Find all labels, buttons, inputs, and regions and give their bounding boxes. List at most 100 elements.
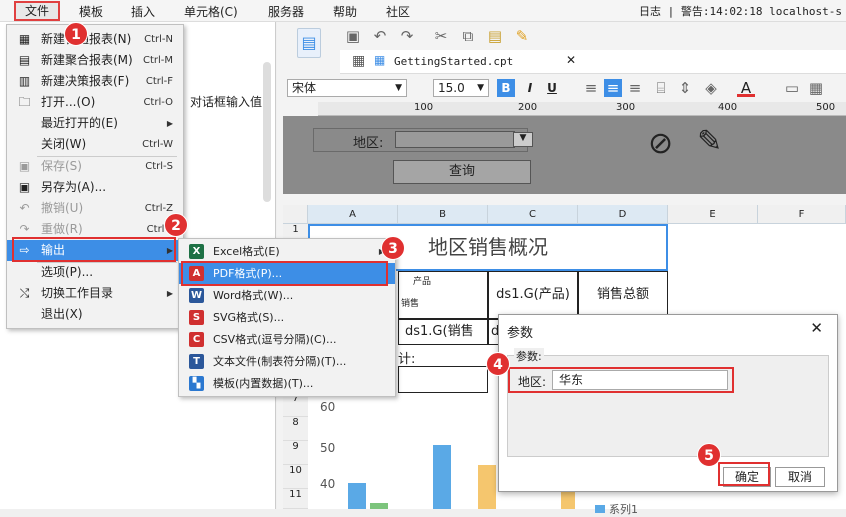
wrap-icon[interactable]: ⌸: [652, 79, 670, 97]
column-header[interactable]: D: [578, 205, 668, 224]
row-header[interactable]: 9: [283, 441, 308, 465]
step-badge: 3: [381, 236, 405, 260]
file-menu-item[interactable]: ▣ 保存(S) Ctrl-S: [7, 156, 183, 177]
file-menu-item[interactable]: 关闭(W) Ctrl-W: [7, 134, 183, 155]
menu-item-label: 保存(S): [41, 159, 82, 173]
font-color-icon[interactable]: A: [737, 79, 755, 97]
file-menu-item[interactable]: ⤭ 切换工作目录 ▶: [7, 283, 183, 304]
export-menu-item[interactable]: XExcel格式(E)▶: [179, 241, 395, 262]
menu-help[interactable]: 帮助: [333, 3, 357, 20]
vertical-align-icon[interactable]: ⇕: [676, 79, 694, 97]
query-button[interactable]: 查询: [393, 160, 531, 184]
underline-button[interactable]: U: [543, 79, 561, 97]
tab-close-icon[interactable]: ✕: [566, 53, 576, 67]
menu-item-label: Word格式(W)...: [213, 289, 294, 302]
menu-server[interactable]: 服务器: [268, 3, 304, 20]
tab-filename[interactable]: GettingStarted.cpt: [394, 55, 513, 68]
font-size-select[interactable]: 15.0 ▼: [433, 79, 489, 97]
header-slash-cell[interactable]: 产品 销售: [398, 271, 488, 319]
slash-sales-label: 销售: [401, 299, 420, 309]
param-dropdown-button[interactable]: ▼: [513, 132, 533, 147]
export-format-icon: W: [189, 288, 204, 303]
export-menu-item[interactable]: S SVG格式(S)...: [179, 307, 395, 328]
fill-color-icon[interactable]: ◈: [702, 79, 720, 97]
row-header[interactable]: 11: [283, 489, 308, 509]
align-right-icon[interactable]: ≡: [626, 79, 644, 97]
format-brush-icon[interactable]: ✎: [513, 27, 531, 45]
column-header[interactable]: B: [398, 205, 488, 224]
paste-icon[interactable]: ▤: [486, 27, 504, 45]
file-menu-item[interactable]: ↶ 撤销(U) Ctrl-Z: [7, 198, 183, 219]
export-menu-item[interactable]: T 文本文件(制表符分隔)(T)...: [179, 351, 395, 372]
menu-community[interactable]: 社区: [386, 3, 410, 20]
file-menu-item[interactable]: 🗀 打开...(O) Ctrl-O: [7, 92, 183, 113]
left-scrollbar[interactable]: [263, 62, 271, 202]
submenu-arrow-icon: ▶: [166, 289, 173, 298]
border-icon[interactable]: ▭: [783, 79, 801, 97]
close-icon[interactable]: ✕: [810, 319, 823, 337]
annotation-box: [718, 462, 770, 486]
chart-bar: [370, 503, 388, 509]
param-region-input[interactable]: [395, 131, 515, 148]
save-icon[interactable]: ▣: [344, 27, 362, 45]
submenu-arrow-icon: ▶: [166, 119, 173, 128]
menu-item-label: 新建决策报表(F): [41, 74, 130, 88]
hidden-eye-icon[interactable]: ⊘: [648, 126, 673, 161]
dataset-icon[interactable]: ▤: [297, 28, 321, 58]
column-header[interactable]: A: [308, 205, 398, 224]
copy-icon[interactable]: ⧉: [459, 27, 477, 45]
menu-item-label: 另存为(A)...: [41, 180, 107, 194]
cut-icon[interactable]: ✂: [432, 27, 450, 45]
menu-item-shortcut: Ctrl-S: [145, 161, 173, 172]
grid-icon[interactable]: ▦: [352, 53, 365, 69]
total-sales-cell[interactable]: 销售总额: [578, 271, 668, 319]
menu-insert[interactable]: 插入: [131, 3, 155, 20]
menu-file[interactable]: 文件: [14, 1, 60, 21]
export-format-icon: X: [189, 244, 204, 259]
chart-y-tick: 50: [320, 441, 336, 455]
grid-corner[interactable]: [283, 205, 308, 224]
chevron-down-icon: ▼: [395, 83, 402, 93]
bold-button[interactable]: B: [497, 79, 515, 97]
column-header[interactable]: C: [488, 205, 578, 224]
annotation-box: [181, 261, 388, 286]
file-menu-item[interactable]: ▦新建普通报表(N)Ctrl-N: [7, 29, 183, 50]
file-menu-item[interactable]: 退出(X): [7, 304, 183, 325]
column-header[interactable]: E: [668, 205, 758, 224]
cancel-button[interactable]: 取消: [775, 467, 825, 487]
export-menu-item[interactable]: C CSV格式(逗号分隔)(C)...: [179, 329, 395, 350]
empty-cell[interactable]: [398, 366, 488, 393]
row-header[interactable]: 8: [283, 417, 308, 441]
pencil-icon[interactable]: ✎: [697, 124, 722, 159]
undo-icon[interactable]: ↶: [371, 27, 389, 45]
align-left-icon[interactable]: ≡: [582, 79, 600, 97]
menu-item-label: 文本文件(制表符分隔)(T)...: [213, 355, 347, 368]
menu-item-label: Excel格式(E): [213, 245, 280, 258]
chart-bar: [433, 445, 451, 509]
table-icon[interactable]: ▦: [807, 79, 825, 97]
export-menu-item[interactable]: W Word格式(W)...: [179, 285, 395, 306]
menu-bar: 文件 模板 插入 单元格(C) 服务器 帮助 社区 日志 | 警告:14:02:…: [0, 0, 846, 22]
export-menu-item[interactable]: ▚ 模板(内置数据)(T)...: [179, 373, 395, 394]
step-badge: 2: [164, 213, 188, 237]
file-menu-item[interactable]: ▣ 另存为(A)...: [7, 177, 183, 198]
cpt-file-icon: ▦: [374, 53, 386, 67]
column-header[interactable]: F: [758, 205, 846, 224]
font-family-select[interactable]: 宋体 ▼: [287, 79, 407, 97]
align-center-icon[interactable]: ≡: [604, 79, 622, 97]
menu-item-label: SVG格式(S)...: [213, 311, 285, 324]
ruler-tick: 400: [718, 102, 738, 113]
menu-cell[interactable]: 单元格(C): [184, 3, 238, 20]
file-menu-item[interactable]: ▥ 新建决策报表(F) Ctrl-F: [7, 71, 183, 92]
menu-item-label: 打开...(O): [41, 95, 96, 109]
menu-template[interactable]: 模板: [79, 3, 103, 20]
redo-icon[interactable]: ↷: [398, 27, 416, 45]
file-menu-item[interactable]: ▤ 新建聚合报表(M) Ctrl-M: [7, 50, 183, 71]
menu-item-icon: [17, 116, 32, 131]
italic-button[interactable]: I: [521, 79, 539, 97]
file-menu-item[interactable]: 最近打开的(E) ▶: [7, 113, 183, 134]
ds-product-cell[interactable]: ds1.G(产品): [488, 271, 578, 319]
row-header[interactable]: 10: [283, 465, 308, 489]
ds-sales-cell[interactable]: ds1.G(销售: [398, 319, 488, 345]
file-menu-item[interactable]: 选项(P)...: [7, 262, 183, 283]
